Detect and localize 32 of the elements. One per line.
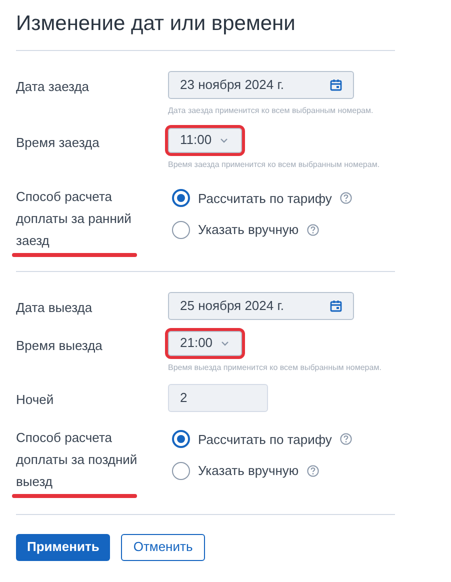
option-label: Рассчитать по тарифу	[198, 430, 332, 449]
calendar-icon	[330, 300, 342, 312]
radio-button[interactable]	[172, 220, 190, 239]
apply-button[interactable]: Применить	[16, 534, 110, 560]
radio-button[interactable]	[172, 189, 190, 208]
radio-button[interactable]	[172, 462, 190, 480]
date-field[interactable]: 25 ноября 2024 г.	[168, 292, 354, 320]
field-label: Время заезда	[16, 134, 100, 152]
field-label: Способ расчета доплаты за ранний заезд	[16, 188, 132, 250]
radio-button[interactable]	[172, 430, 190, 448]
cancel-button[interactable]: Отменить	[121, 534, 205, 560]
field-label: Способ расчета доплаты за поздний выезд	[16, 428, 138, 491]
help-icon	[306, 464, 319, 477]
page-title: Изменение дат или времени	[16, 11, 296, 37]
option-label: Указать вручную	[198, 462, 299, 480]
help-icon	[340, 192, 352, 204]
help-icon	[340, 433, 352, 446]
chevron-down-icon	[220, 138, 228, 142]
hint-text: Время выезда применится ко всем выбранным номерам.	[168, 362, 382, 374]
option-label: Рассчитать по тарифу	[198, 190, 332, 208]
option-label: Указать вручную	[198, 221, 299, 239]
field-label: Ночей	[16, 390, 55, 408]
help-icon	[306, 224, 319, 236]
field-label: Дата выезда	[16, 298, 94, 317]
hint-text: Время заезда применится ко всем выбранным номерам.	[168, 158, 380, 170]
hint-text: Дата заезда применится ко всем выбранным номерам.	[168, 104, 374, 116]
field-label: Время выезда	[16, 336, 104, 355]
calendar-icon	[330, 78, 342, 90]
date-field[interactable]: 23 ноября 2024 г.	[168, 70, 354, 98]
chevron-down-icon	[220, 340, 229, 346]
field-label: Дата заезда	[16, 78, 90, 96]
nights-field[interactable]: 2	[168, 384, 268, 412]
